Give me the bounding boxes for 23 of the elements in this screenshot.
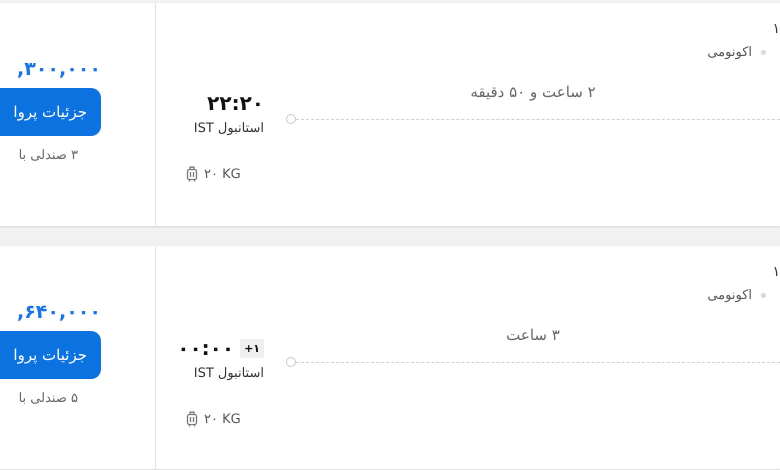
flight-info-text: ۱ — [772, 21, 780, 37]
cabin-class: اکونومی — [707, 288, 752, 303]
details-button[interactable]: جزئیات پروا — [0, 88, 101, 136]
separator-dot — [761, 50, 766, 55]
baggage-allowance: ۲۰ KG — [204, 412, 241, 426]
cabin-class: اکونومی — [707, 45, 752, 60]
suitcase-icon — [186, 411, 198, 427]
price: ,۳۰۰,۰۰۰ — [16, 58, 101, 80]
details-button[interactable]: جزئیات پروا — [0, 331, 101, 379]
seats-left: ۳ صندلی با — [18, 148, 78, 163]
arrival-airport: استانبول IST — [194, 121, 264, 136]
arrival-time: ۰۰:۰۰ — [177, 336, 234, 360]
day-offset-badge: +۱ — [240, 338, 264, 358]
flight-duration: ۳ ساعت — [506, 326, 560, 344]
arrival-time: ۲۲:۲۰ — [207, 91, 264, 115]
flight-duration: ۲ ساعت و ۵۰ دقیقه — [470, 83, 596, 101]
seats-left: ۵ صندلی با — [18, 391, 78, 406]
separator-dot — [761, 293, 766, 298]
flight-info-text: ۱ — [772, 264, 780, 280]
baggage-allowance: ۲۰ KG — [204, 166, 241, 182]
arrival-airport: استانبول IST — [194, 366, 264, 381]
price: ,۶۴۰,۰۰۰ — [16, 301, 101, 323]
suitcase-icon — [186, 166, 198, 182]
